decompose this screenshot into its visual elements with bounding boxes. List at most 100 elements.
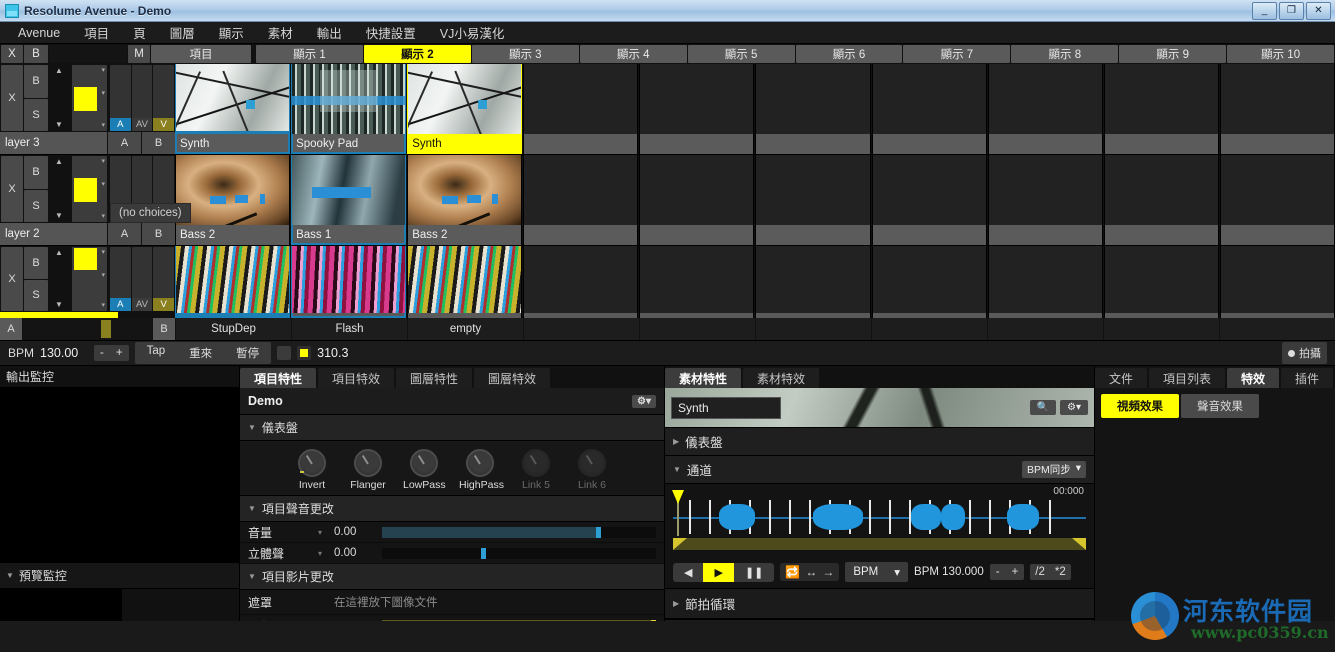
clip-cell[interactable]: Bass 1 bbox=[291, 155, 406, 245]
layer-3-route-v[interactable]: V bbox=[153, 65, 174, 131]
clip-cell[interactable] bbox=[175, 246, 290, 318]
column-trigger[interactable] bbox=[524, 318, 639, 340]
layer-2-a-button[interactable]: A bbox=[108, 223, 141, 245]
play-button[interactable]: ▶ bbox=[703, 563, 733, 582]
column-trigger[interactable]: StupDep bbox=[176, 318, 291, 340]
deck-x-button[interactable]: X bbox=[1, 45, 23, 63]
channel-header[interactable]: ▼ 通道 BPM同步 ▾ bbox=[665, 456, 1094, 484]
deck-project-label[interactable]: 項目 bbox=[151, 45, 251, 63]
knob-link-6[interactable]: Link 6 bbox=[571, 449, 613, 491]
layer-3-fader-handle[interactable] bbox=[74, 87, 97, 111]
knob-dial-icon[interactable] bbox=[354, 449, 382, 477]
param-value[interactable]: 0.00 bbox=[334, 526, 382, 538]
knob-dial-icon[interactable] bbox=[578, 449, 606, 477]
bounce-icon[interactable]: ↔ bbox=[805, 565, 817, 579]
knob-dial-icon[interactable] bbox=[410, 449, 438, 477]
layer-1-route-av[interactable]: AV bbox=[132, 247, 153, 311]
playhead-marker-icon[interactable] bbox=[672, 490, 684, 504]
prev-button[interactable]: ◀ bbox=[673, 563, 703, 582]
preview-monitor-view[interactable] bbox=[0, 589, 122, 621]
layer-1-clear-button[interactable]: X bbox=[1, 247, 23, 311]
tab-layer-effects[interactable]: 圖層特效 bbox=[474, 368, 550, 388]
layer-3-down-arrow-icon[interactable]: ▼ bbox=[50, 121, 68, 129]
bpm-value[interactable]: 130.00 bbox=[40, 346, 88, 360]
clip-cell[interactable] bbox=[1104, 64, 1219, 154]
clip-cell[interactable] bbox=[755, 155, 870, 245]
tab-clip-effects[interactable]: 素材特效 bbox=[743, 368, 819, 388]
loop-icon[interactable]: 🔁 bbox=[785, 565, 800, 579]
clip-bpm-minus-button[interactable]: - bbox=[990, 564, 1006, 580]
slider-handle[interactable] bbox=[596, 527, 601, 538]
clip-cell[interactable] bbox=[639, 246, 754, 318]
video-group-header[interactable]: ▼ 項目影片更改 bbox=[240, 564, 664, 590]
column-trigger[interactable] bbox=[756, 318, 871, 340]
clip-cell[interactable] bbox=[988, 64, 1103, 154]
knob-link-5[interactable]: Link 5 bbox=[515, 449, 557, 491]
close-button[interactable]: ✕ bbox=[1306, 2, 1331, 20]
menu-item-display[interactable]: 顯示 bbox=[207, 20, 256, 45]
preview-monitor-header[interactable]: ▼ 預覽監控 bbox=[0, 563, 239, 589]
param-value[interactable]: 0.00 bbox=[334, 547, 382, 559]
pause-button[interactable]: 暫停 bbox=[224, 342, 271, 364]
clip-cell[interactable] bbox=[523, 246, 638, 318]
layer-2-solo-button[interactable]: S bbox=[24, 190, 48, 223]
tab-effects[interactable]: 特效 bbox=[1227, 368, 1279, 388]
menu-item-clip[interactable]: 素材 bbox=[256, 20, 305, 45]
tab-plugins[interactable]: 插件 bbox=[1281, 368, 1333, 388]
clip-cell[interactable] bbox=[639, 155, 754, 245]
knob-dial-icon[interactable] bbox=[466, 449, 494, 477]
deck-tab-10[interactable]: 顯示 10 bbox=[1227, 45, 1334, 63]
layer-3-bypass-button[interactable]: B bbox=[24, 65, 48, 98]
tab-comp-properties[interactable]: 項目特性 bbox=[240, 368, 316, 388]
cue-header[interactable]: ▶ CUE 控件 bbox=[665, 619, 1094, 621]
deck-tab-1[interactable]: 顯示 1 bbox=[256, 45, 363, 63]
collapse-triangle-icon[interactable]: ▼ bbox=[6, 571, 14, 580]
menu-item-output[interactable]: 輸出 bbox=[305, 20, 354, 45]
slider-handle[interactable] bbox=[651, 620, 656, 622]
clip-cell[interactable]: Spooky Pad bbox=[291, 64, 406, 154]
deck-tab-8[interactable]: 顯示 8 bbox=[1011, 45, 1118, 63]
column-trigger[interactable]: Flash bbox=[292, 318, 407, 340]
layer-1-nudge-arrows[interactable]: ▲ ▼ bbox=[50, 249, 68, 309]
layer-1-up-arrow-icon[interactable]: ▲ bbox=[50, 249, 68, 257]
layer-2-clear-button[interactable]: X bbox=[1, 156, 23, 222]
slider-handle[interactable] bbox=[481, 548, 486, 559]
layer-1-solo-button[interactable]: S bbox=[24, 280, 48, 312]
menu-item-page[interactable]: 頁 bbox=[121, 20, 158, 45]
layer-3-a-button[interactable]: A bbox=[108, 132, 141, 154]
dashboard-group-header[interactable]: ▼ 儀表盤 bbox=[240, 415, 664, 441]
column-trigger[interactable] bbox=[872, 318, 987, 340]
layer-2-b-button[interactable]: B bbox=[142, 223, 175, 245]
clip-cell[interactable] bbox=[1220, 64, 1335, 154]
search-icon[interactable]: 🔍 bbox=[1030, 400, 1056, 415]
clip-cell[interactable] bbox=[523, 64, 638, 154]
layer-1-route-a[interactable]: A bbox=[110, 247, 131, 311]
tap-button[interactable]: Tap bbox=[135, 342, 178, 364]
bpm-minus-button[interactable]: - bbox=[94, 345, 110, 361]
clip-name-input[interactable]: Synth bbox=[671, 397, 781, 419]
deck-tab-2[interactable]: 顯示 2 bbox=[364, 45, 471, 63]
clip-cell[interactable] bbox=[988, 246, 1103, 318]
waveform-display[interactable] bbox=[673, 498, 1086, 536]
column-trigger[interactable] bbox=[640, 318, 755, 340]
expand-triangle-icon[interactable]: ▶ bbox=[673, 599, 679, 608]
layer-3-solo-button[interactable]: S bbox=[24, 99, 48, 132]
bpm-double-button[interactable]: *2 bbox=[1050, 564, 1071, 580]
menu-item-shortcuts[interactable]: 快捷設置 bbox=[354, 20, 428, 45]
clip-cell[interactable] bbox=[872, 155, 987, 245]
knob-highpass[interactable]: HighPass bbox=[459, 449, 501, 491]
forward-icon[interactable]: → bbox=[822, 565, 834, 579]
loop-range-bar[interactable] bbox=[673, 538, 1086, 550]
layer-2-bypass-button[interactable]: B bbox=[24, 156, 48, 189]
deck-tab-7[interactable]: 顯示 7 bbox=[903, 45, 1010, 63]
deck-m-button[interactable]: M bbox=[128, 45, 150, 63]
loop-out-handle[interactable] bbox=[1072, 538, 1086, 550]
column-trigger[interactable] bbox=[1220, 318, 1335, 340]
layer-2-nudge-arrows[interactable]: ▲ ▼ bbox=[50, 158, 68, 220]
knob-flanger[interactable]: Flanger bbox=[347, 449, 389, 491]
gear-icon[interactable]: ⚙▾ bbox=[632, 395, 656, 408]
beatloop-header[interactable]: ▶ 節拍循環 bbox=[665, 588, 1094, 619]
clip-cell[interactable] bbox=[988, 155, 1103, 245]
clip-bpm-plus-button[interactable]: + bbox=[1006, 564, 1025, 580]
clip-cell[interactable]: Bass 2 bbox=[175, 155, 290, 245]
